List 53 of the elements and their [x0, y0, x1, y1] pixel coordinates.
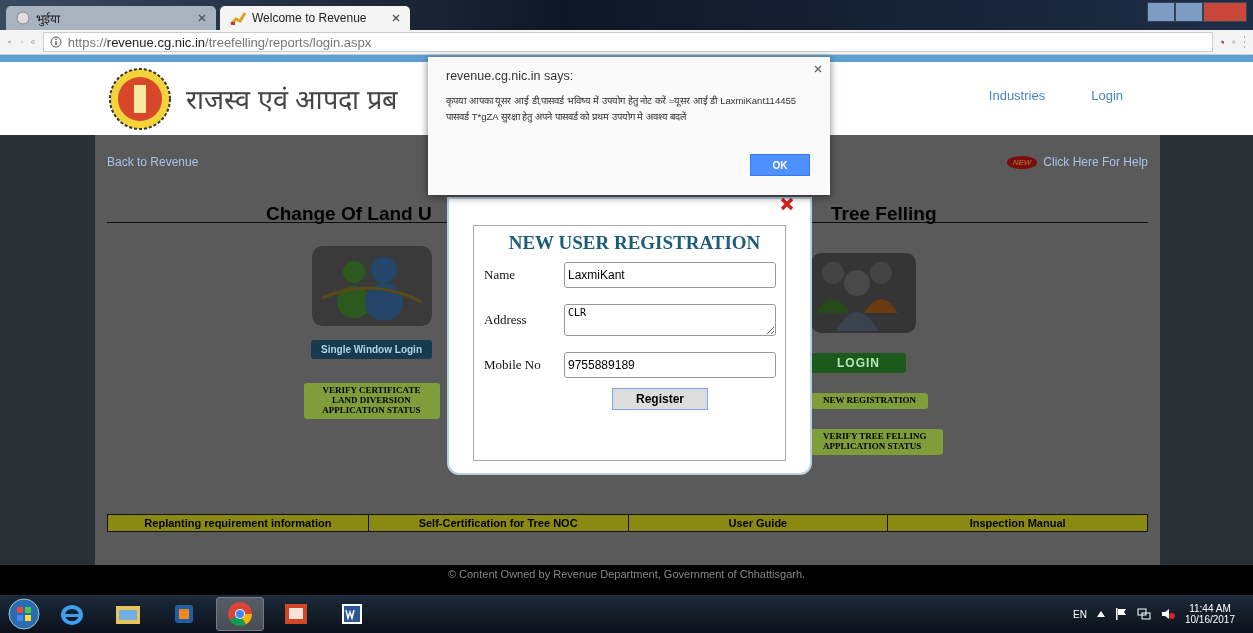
browser-tab[interactable]: Welcome to Revenue — [220, 6, 410, 30]
footer-link[interactable]: User Guide — [627, 515, 888, 531]
document-icon — [340, 602, 364, 626]
flag-icon[interactable] — [1114, 608, 1127, 620]
browser-tab[interactable]: भुईया — [6, 6, 216, 30]
chrome-icon — [227, 601, 253, 627]
emblem-icon — [108, 66, 172, 131]
chart-icon — [230, 11, 246, 25]
status-button[interactable]: VERIFY TREE FELLING APPLICATION STATUS — [811, 428, 943, 455]
alert-title: revenue.cg.nic.in says: — [446, 69, 575, 83]
close-icon[interactable] — [198, 14, 206, 22]
emblem-icon — [16, 11, 30, 25]
status-button[interactable]: NEW REGISTRATION — [811, 393, 928, 409]
back-link[interactable]: Back to Revenue — [107, 155, 199, 169]
mobile-field[interactable]: 9755889189 — [564, 352, 776, 378]
single-window-login-button[interactable]: Single Window Login — [311, 340, 432, 359]
start-button[interactable] — [8, 598, 40, 630]
field-label: Address — [484, 312, 528, 328]
status-button[interactable]: VERIFY CERTIFICATE LAND DIVERSION APPLICATION STATUS — [303, 383, 440, 419]
footer-link[interactable]: Self-Certification for Tree NOC — [367, 515, 628, 531]
clock-time[interactable]: 11:44 AM — [1189, 603, 1231, 614]
presentation-icon — [284, 603, 308, 625]
alert-message: कृपया आपका यूसर आई डी,पासवर्ड भविष्य में उपयोग हेतु नोट करें =यूसर आई डी LaxmiKant114455 पासवर्ड T*gZA सुरक्षा हेतु अपने पासवर्ड को प्रथम उपयोग मे अवश्य बदलें — [446, 94, 798, 125]
info-icon[interactable] — [49, 36, 62, 48]
new-badge: NEW — [1006, 155, 1038, 169]
field-label: Name — [484, 267, 517, 283]
volume-muted-icon[interactable] — [1160, 608, 1175, 620]
close-icon[interactable] — [392, 14, 400, 22]
network-icon[interactable] — [1136, 608, 1151, 620]
language-indicator[interactable]: EN — [1073, 608, 1087, 620]
address-field[interactable]: CLR — [564, 304, 776, 336]
minimize-button[interactable] — [1147, 2, 1175, 22]
nav-link[interactable]: Industries — [988, 88, 1046, 103]
field-label: Mobile No — [484, 357, 542, 373]
help-link[interactable]: Click Here For Help — [1043, 155, 1148, 169]
address-field[interactable]: https://revenue.cg.nic.in/treefelling/reports/login.aspx — [42, 32, 1213, 52]
maximize-button[interactable] — [1175, 2, 1203, 22]
register-button[interactable]: Register — [612, 388, 708, 410]
dialog-title: NEW USER REGISTRATION — [507, 232, 762, 254]
footer-link[interactable]: Inspection Manual — [887, 515, 1147, 531]
close-icon[interactable] — [814, 65, 822, 73]
name-field[interactable]: LaxmiKant — [564, 262, 776, 288]
media-player-icon — [174, 604, 194, 624]
folder-icon — [115, 603, 141, 625]
copyright-text: © Content Owned by Revenue Department, Government of Chhattisgarh. — [447, 568, 806, 580]
site-title: राजस्व एवं आपदा प्रब — [186, 84, 397, 117]
footer-link[interactable]: Replanting requirement information — [108, 515, 368, 531]
tray-arrow-icon[interactable] — [1096, 611, 1105, 617]
close-icon[interactable] — [780, 197, 794, 211]
clock-date[interactable]: 10/16/2017 — [1184, 614, 1235, 625]
login-button[interactable]: LOGIN — [811, 353, 906, 373]
url-text: https://revenue.cg.nic.in/treefelling/reports/login.aspx — [67, 34, 372, 50]
nav-link[interactable]: Login — [1091, 88, 1123, 103]
